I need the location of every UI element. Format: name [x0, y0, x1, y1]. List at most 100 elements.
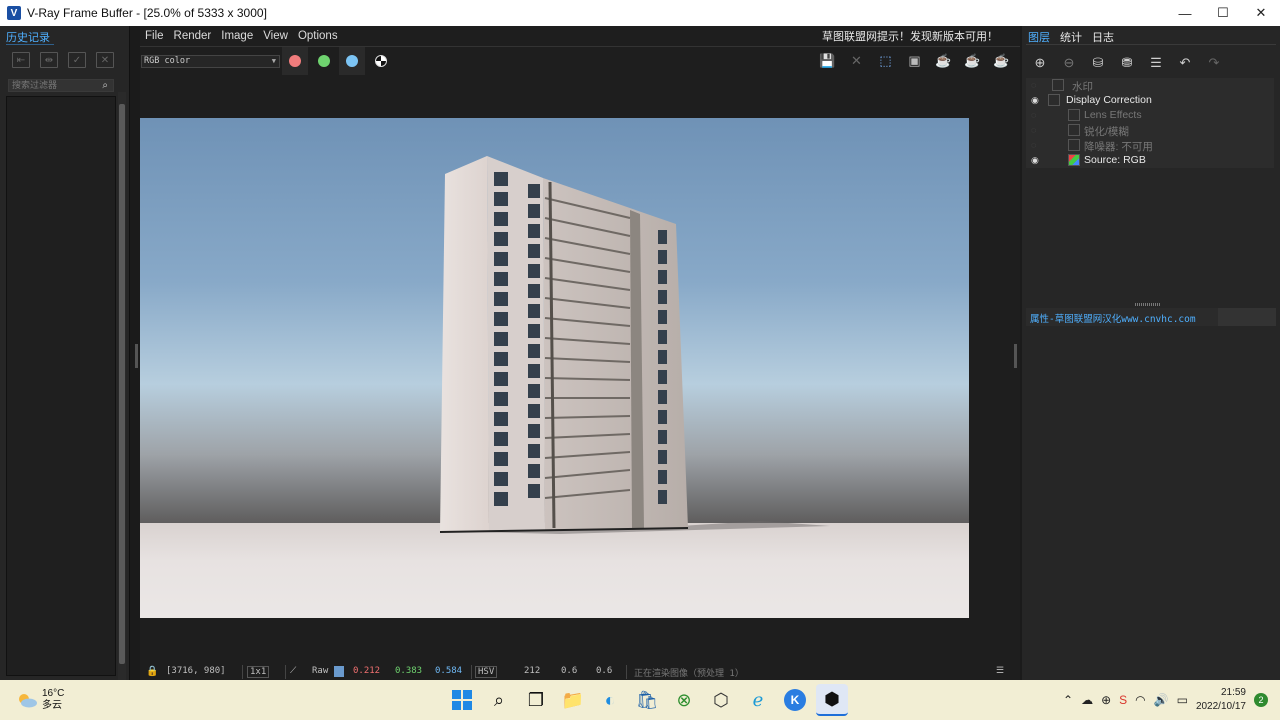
tab-history[interactable]: 历史记录 [6, 29, 50, 45]
layer-lens-effects[interactable]: ◌ Lens Effects [1026, 108, 1274, 123]
window-titlebar: V V-Ray Frame Buffer - [25.0% of 5333 x … [0, 0, 1280, 26]
ie-icon[interactable]: ℯ [742, 684, 774, 716]
zoom-dropdown[interactable]: 1x1 [247, 666, 270, 678]
left-splitter-handle[interactable] [135, 344, 138, 368]
layer-sharpen-blur[interactable]: ◌ 锐化/模糊 [1026, 123, 1274, 138]
add-layer-icon[interactable]: ⊕ [1030, 53, 1050, 73]
layer-icon [1052, 79, 1064, 91]
chevron-up-icon[interactable]: ⌃ [1063, 693, 1073, 707]
history-scrollbar[interactable] [118, 92, 126, 680]
clock[interactable]: 21:59 2022/10/17 [1196, 686, 1246, 714]
blue-channel-button[interactable] [346, 55, 358, 67]
remove-history-icon[interactable]: ✕ [96, 52, 114, 68]
ime-icon[interactable]: ⊕ [1101, 693, 1111, 707]
scrollbar-thumb[interactable] [119, 104, 125, 664]
channel-dropdown[interactable]: RGB color ▼ [141, 55, 280, 68]
vray-app-icon: V [7, 6, 21, 20]
region-render-icon[interactable]: ⬚ [875, 51, 896, 71]
search-icon[interactable]: ⌕ [102, 80, 108, 91]
history-panel: 历史记录 ⇤ ⇹ ✓ ✕ 搜索过滤器 ⌕ [0, 26, 130, 680]
visibility-off-icon[interactable]: ◌ [1031, 140, 1036, 150]
redo-icon[interactable]: ↷ [1204, 53, 1224, 73]
layer-display-correction[interactable]: ◉ Display Correction [1026, 93, 1274, 108]
store-icon[interactable]: 🛍 [631, 684, 663, 716]
update-notice[interactable]: 草图联盟网提示！发现新版本可用！ [822, 28, 998, 44]
save-history-icon[interactable]: ⇤ [12, 52, 30, 68]
tab-log[interactable]: 日志 [1092, 29, 1114, 45]
layer-watermark[interactable]: ◌ 水印 [1026, 78, 1274, 93]
search-icon[interactable]: ⌕ [483, 684, 515, 716]
track-mouse-icon[interactable]: ▣ [904, 51, 925, 71]
kugou-icon[interactable]: K [784, 689, 806, 711]
interactive-render-icon[interactable]: ☕ [933, 51, 954, 71]
start-render-icon[interactable]: ☕ [991, 51, 1012, 71]
weather-widget[interactable]: 16°C 多云 [16, 688, 64, 712]
system-tray: ⌃ ☁ ⊕ S ◠ 🔊 ▭ 21:59 2022/10/17 2 [1063, 686, 1268, 714]
sketchup-vray-icon[interactable]: ⬢ [816, 684, 848, 716]
history-list[interactable] [6, 96, 116, 676]
delete-layer-icon[interactable]: ⊖ [1059, 53, 1079, 73]
separator [242, 665, 243, 679]
hue-value: 212 [524, 666, 541, 676]
rendered-image[interactable] [140, 118, 969, 618]
right-splitter-handle[interactable] [1014, 344, 1017, 368]
log-icon[interactable]: ☰ [996, 666, 1004, 676]
green-channel-button[interactable] [318, 55, 330, 67]
notification-badge[interactable]: 2 [1254, 693, 1268, 707]
rgb-source-icon [1068, 154, 1080, 166]
green-value: 0.383 [395, 666, 423, 676]
color-space-dropdown[interactable]: HSV [475, 666, 498, 678]
tab-layers[interactable]: 图层 [1028, 29, 1050, 45]
visibility-off-icon[interactable]: ◌ [1031, 125, 1036, 135]
xbox-icon[interactable]: ⊗ [668, 684, 700, 716]
battery-icon[interactable]: ▭ [1177, 693, 1188, 707]
curve-icon [1048, 94, 1060, 106]
visibility-off-icon[interactable]: ◌ [1031, 80, 1036, 90]
color-picker-icon[interactable]: ⟋ [290, 666, 296, 676]
menu-image[interactable]: Image [221, 30, 253, 42]
load-history-icon[interactable]: ✓ [68, 52, 86, 68]
layer-label: Display Correction [1066, 94, 1152, 106]
menu-options[interactable]: Options [298, 30, 338, 42]
task-view-icon[interactable]: ❐ [520, 684, 552, 716]
vray-icon[interactable]: ⬡ [705, 684, 737, 716]
load-layers-icon[interactable]: ⛃ [1117, 53, 1137, 73]
history-search-input[interactable]: 搜索过滤器 ⌕ [8, 79, 114, 92]
layer-label: 锐化/模糊 [1084, 126, 1129, 138]
edge-icon[interactable]: ◐ [594, 684, 626, 716]
alpha-channel-button[interactable] [375, 55, 387, 67]
close-button[interactable]: ✕ [1242, 0, 1280, 26]
clear-image-icon[interactable]: ✕ [846, 51, 867, 71]
save-layers-icon[interactable]: ⛁ [1088, 53, 1108, 73]
eye-icon[interactable]: ◉ [1031, 95, 1039, 106]
wifi-icon[interactable]: ◠ [1135, 693, 1145, 707]
stop-render-icon[interactable]: ☕ [962, 51, 983, 71]
speaker-icon[interactable]: 🔊 [1154, 693, 1169, 707]
undo-icon[interactable]: ↶ [1175, 53, 1195, 73]
start-icon[interactable] [446, 684, 478, 716]
minimize-button[interactable]: — [1166, 0, 1204, 26]
maximize-button[interactable]: ☐ [1204, 0, 1242, 26]
layer-presets-icon[interactable]: ☰ [1146, 53, 1166, 73]
tab-stats[interactable]: 统计 [1060, 29, 1082, 45]
menu-file[interactable]: File [145, 30, 164, 42]
layer-denoiser[interactable]: ◌ 降噪器: 不可用 [1026, 138, 1274, 153]
sogou-icon[interactable]: S [1119, 693, 1127, 707]
color-mode[interactable]: Raw [312, 666, 328, 676]
onedrive-cloud-icon[interactable]: ☁ [1081, 693, 1093, 707]
render-actions: 💾 ✕ ⬚ ▣ ☕ ☕ ☕ [817, 51, 1012, 71]
file-explorer-icon[interactable]: 📁 [557, 684, 589, 716]
visibility-off-icon[interactable]: ◌ [1031, 110, 1036, 120]
compare-icon[interactable]: ⇹ [40, 52, 58, 68]
render-toolbar: RGB color ▼ 💾 ✕ ⬚ ▣ ☕ ☕ ☕ [140, 46, 1020, 75]
save-image-icon[interactable]: 💾 [817, 51, 838, 71]
panel-resize-handle[interactable] [1135, 303, 1161, 306]
eye-icon[interactable]: ◉ [1031, 155, 1039, 166]
layer-source-rgb[interactable]: ◉ Source: RGB [1026, 153, 1274, 168]
render-progress-text: 正在渲染图像（预处理 1） [634, 669, 744, 679]
lock-icon[interactable]: 🔒 [146, 666, 158, 677]
window-title: V-Ray Frame Buffer - [25.0% of 5333 x 30… [27, 6, 267, 20]
menu-view[interactable]: View [263, 30, 288, 42]
menu-render[interactable]: Render [174, 30, 212, 42]
red-channel-button[interactable] [289, 55, 301, 67]
